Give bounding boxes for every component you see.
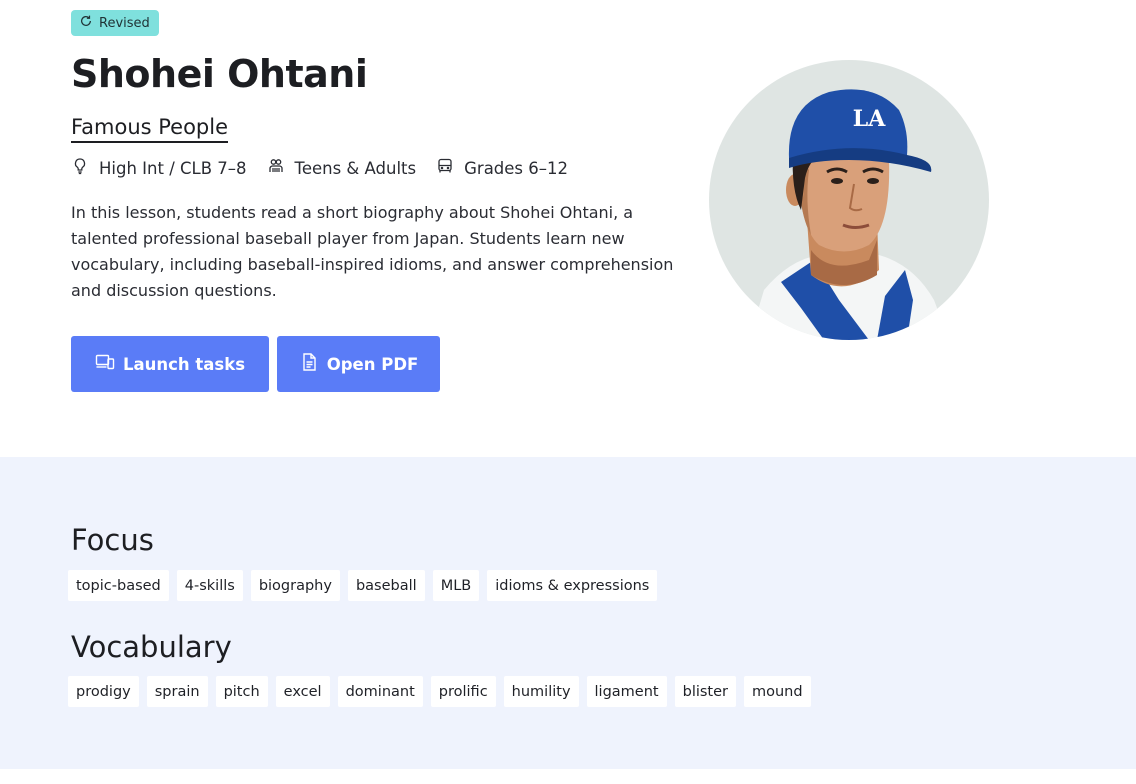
launch-tasks-button[interactable]: Launch tasks (71, 336, 269, 392)
vocabulary-tag[interactable]: prolific (430, 676, 496, 707)
portrait-image: LA (709, 60, 989, 340)
people-icon (267, 157, 295, 179)
document-icon (299, 352, 319, 376)
vocabulary-tag[interactable]: mound (744, 676, 811, 707)
lightbulb-icon (71, 157, 99, 179)
bus-icon (436, 157, 464, 179)
open-pdf-label: Open PDF (326, 354, 419, 374)
badge-label: Revised (99, 15, 150, 31)
vocabulary-tag[interactable]: pitch (215, 676, 268, 707)
page-title: Shohei Ohtani (71, 52, 368, 96)
meta-level: High Int / CLB 7–8 (71, 157, 247, 179)
lesson-meta: High Int / CLB 7–8 Teens & Adults Grades… (71, 157, 588, 179)
focus-tag[interactable]: topic-based (68, 570, 169, 601)
lesson-details: Focus topic-based 4-skills biography bas… (0, 457, 1136, 769)
focus-tag[interactable]: 4-skills (176, 570, 243, 601)
vocabulary-tag[interactable]: prodigy (68, 676, 139, 707)
vocabulary-tag[interactable]: blister (674, 676, 736, 707)
meta-audience-label: Teens & Adults (294, 158, 417, 178)
meta-grades: Grades 6–12 (436, 157, 568, 179)
meta-level-label: High Int / CLB 7–8 (99, 158, 247, 178)
launch-tasks-label: Launch tasks (122, 354, 246, 374)
focus-tags: topic-based 4-skills biography baseball … (68, 570, 658, 601)
lesson-header: Revised Shohei Ohtani Famous People High… (0, 0, 1136, 457)
revised-badge: Revised (71, 10, 159, 36)
focus-tag[interactable]: biography (250, 570, 340, 601)
refresh-icon (79, 14, 93, 32)
focus-tag[interactable]: MLB (432, 570, 480, 601)
vocabulary-heading: Vocabulary (71, 630, 232, 664)
meta-audience: Teens & Adults (267, 157, 417, 179)
vocabulary-tags: prodigy sprain pitch excel dominant prol… (68, 676, 811, 707)
vocabulary-tag[interactable]: dominant (337, 676, 423, 707)
focus-heading: Focus (71, 523, 154, 557)
vocabulary-tag[interactable]: humility (503, 676, 579, 707)
meta-grades-label: Grades 6–12 (464, 158, 569, 178)
devices-icon (95, 352, 115, 376)
cap-logo: LA (853, 106, 886, 132)
open-pdf-button[interactable]: Open PDF (277, 336, 440, 392)
focus-tag[interactable]: baseball (347, 570, 425, 601)
lesson-description: In this lesson, students read a short bi… (71, 203, 674, 300)
focus-tag[interactable]: idioms & expressions (487, 570, 658, 601)
vocabulary-tag[interactable]: excel (275, 676, 330, 707)
vocabulary-tag[interactable]: sprain (146, 676, 208, 707)
category-link[interactable]: Famous People (71, 114, 229, 143)
vocabulary-tag[interactable]: ligament (586, 676, 667, 707)
